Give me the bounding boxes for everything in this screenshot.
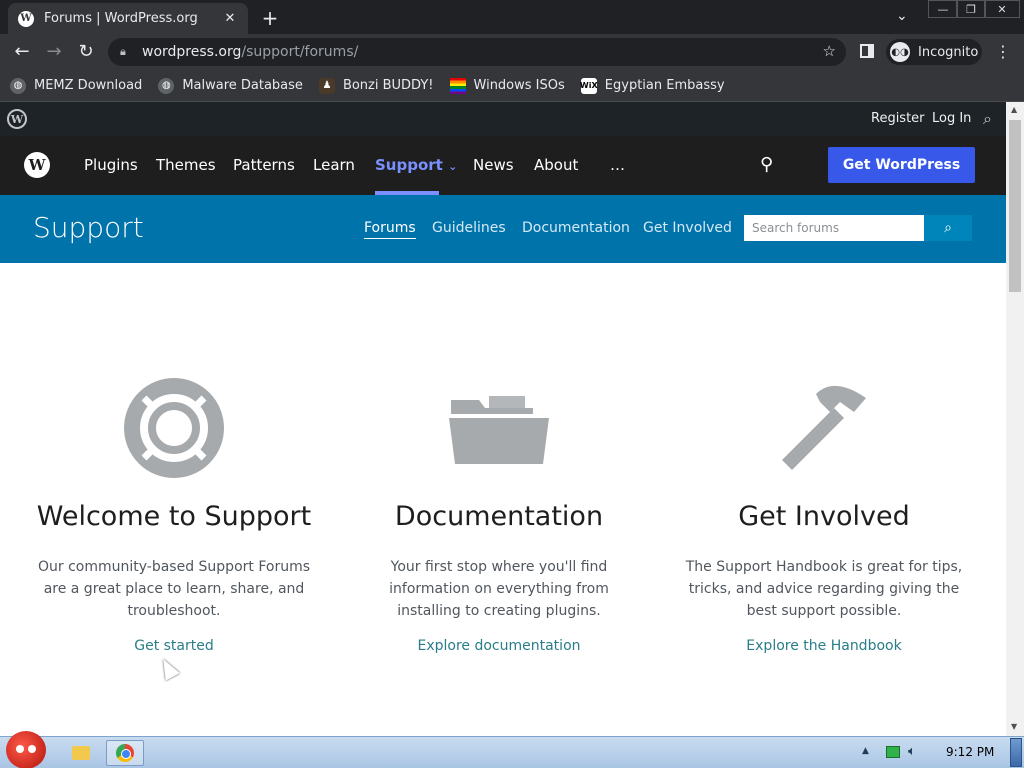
scroll-up-icon[interactable]: ▲ [1011, 105, 1017, 114]
wp-global-header: W Register Log In ⌕ [0, 102, 1006, 136]
column-text: The Support Handbook is great for tips, … [685, 559, 963, 619]
browser-tab[interactable]: W Forums | WordPress.org ✕ [8, 3, 248, 34]
folder-icon [72, 746, 90, 760]
register-link[interactable]: Register [871, 111, 925, 126]
incognito-icon: ◐◑ [890, 42, 910, 62]
nav-item-patterns[interactable]: Patterns [233, 156, 295, 174]
nav-item-learn[interactable]: Learn [313, 156, 355, 174]
wix-icon: WiX [580, 77, 598, 94]
network-icon[interactable] [886, 746, 900, 758]
bonzi-icon: ♟ [318, 77, 335, 94]
search-forums-input[interactable] [744, 215, 924, 241]
nav-item-about[interactable]: About [534, 156, 578, 174]
get-started-link[interactable]: Get started [24, 638, 324, 654]
side-panel-icon[interactable] [860, 44, 874, 58]
rainbow-flag-icon [449, 77, 466, 94]
nav-item-plugins[interactable]: Plugins [84, 156, 138, 174]
back-arrow-icon[interactable]: ← [11, 41, 33, 62]
browser-menu-icon[interactable]: ⋮ [995, 42, 1011, 61]
reload-icon[interactable]: ↻ [75, 41, 97, 62]
search-forums-button[interactable]: ⌕ [924, 215, 972, 241]
chevron-down-icon: ⌄ [448, 160, 458, 173]
tray-expand-icon[interactable]: ▲ [862, 746, 869, 756]
nav-item-support[interactable]: Support ⌄ [375, 156, 457, 174]
support-header: Support Forums Guidelines Documentation … [0, 195, 1006, 263]
login-link[interactable]: Log In [932, 111, 971, 126]
taskbar-explorer[interactable] [62, 740, 100, 766]
bookmark-label: Windows ISOs [473, 78, 565, 93]
tab-title: Forums | WordPress.org [44, 11, 198, 26]
explore-handbook-link[interactable]: Explore the Handbook [674, 638, 974, 654]
scroll-down-icon[interactable]: ▼ [1011, 722, 1017, 731]
show-desktop-button[interactable] [1010, 738, 1022, 767]
lock-icon[interactable]: 🔒︎ [120, 45, 134, 59]
bookmark-label: Malware Database [182, 78, 303, 93]
clock[interactable]: 9:12 PM [946, 745, 994, 759]
browser-toolbar: ← → ↻ 🔒︎ wordpress.org/support/forums/ ☆… [0, 34, 1024, 70]
column-title: Documentation [394, 501, 604, 532]
nav-item-themes[interactable]: Themes [156, 156, 216, 174]
bookmark-malware-database[interactable]: ◍ Malware Database [158, 77, 303, 94]
incognito-label: Incognito [918, 44, 979, 60]
tab-search-icon[interactable]: ⌄ [896, 8, 908, 24]
tab-guidelines[interactable]: Guidelines [432, 220, 506, 236]
globe-icon: ◍ [10, 77, 26, 94]
explore-documentation-link[interactable]: Explore documentation [349, 638, 649, 654]
bookmark-memz-download[interactable]: ◍ MEMZ Download [10, 77, 143, 94]
angry-bird-eye-icon [16, 745, 24, 753]
page-title[interactable]: Support [33, 211, 144, 244]
url-path: /support/forums/ [241, 44, 359, 60]
address-bar[interactable]: 🔒︎ wordpress.org/support/forums/ ☆ [108, 38, 846, 66]
bookmark-bonzi-buddy[interactable]: ♟ Bonzi BUDDY! [318, 77, 434, 94]
scrollbar-thumb[interactable] [1009, 120, 1021, 292]
window-close-icon[interactable]: ✕ [984, 0, 1020, 18]
bookmark-label: Egyptian Embassy [604, 78, 725, 93]
incognito-badge[interactable]: ◐◑ Incognito [886, 39, 982, 65]
nav-item-more[interactable]: … [610, 156, 625, 174]
globe-icon: ◍ [158, 77, 175, 94]
angry-bird-eye-icon [28, 745, 36, 753]
nav-item-news[interactable]: News [473, 156, 514, 174]
search-icon[interactable]: ⌕ [983, 109, 992, 129]
nav-item-support-label: Support [375, 156, 443, 174]
volume-icon[interactable]: 🔈︎ [908, 744, 916, 759]
chrome-icon [116, 744, 134, 762]
hammer-icon [782, 385, 866, 470]
tab-close-icon[interactable]: ✕ [222, 11, 238, 26]
wordpress-favicon-icon: W [18, 10, 34, 27]
column-text: Our community-based Support Forums are a… [37, 559, 311, 619]
tab-get-involved[interactable]: Get Involved [643, 220, 732, 236]
page-scrollbar[interactable]: ▲ ▼ [1006, 102, 1024, 736]
folder-icon [449, 396, 549, 464]
bookmark-egyptian-embassy[interactable]: WiX Egyptian Embassy [580, 77, 725, 94]
column-title: Welcome to Support [36, 501, 312, 532]
column-title: Get Involved [738, 501, 910, 532]
tab-documentation[interactable]: Documentation [522, 220, 630, 236]
bookmark-windows-isos[interactable]: Windows ISOs [449, 77, 565, 94]
column-text: Your first stop where you'll find inform… [389, 559, 609, 619]
bookmark-label: MEMZ Download [34, 78, 143, 93]
taskbar: ▲ 🔈︎ 9:12 PM [0, 731, 1024, 768]
browser-tab-bar: W Forums | WordPress.org ✕ + ⌄ — ❐ ✕ [0, 0, 1024, 34]
search-icon[interactable]: ⚲ [760, 154, 773, 175]
get-wordpress-button[interactable]: Get WordPress [828, 147, 975, 183]
window-restore-icon[interactable]: ❐ [956, 0, 986, 18]
support-content: Welcome to Support Our community-based S… [0, 263, 1006, 736]
start-button[interactable] [6, 731, 46, 768]
taskbar-chrome[interactable] [106, 740, 144, 766]
wordpress-logo-icon[interactable]: W [24, 152, 50, 178]
tab-forums[interactable]: Forums [364, 220, 416, 239]
forward-arrow-icon[interactable]: → [43, 41, 65, 62]
lifebuoy-icon [124, 378, 224, 478]
wordpress-logo-icon[interactable]: W [7, 109, 27, 129]
bookmarks-bar: ◍ MEMZ Download ◍ Malware Database ♟ Bon… [0, 70, 1024, 102]
bookmark-label: Bonzi BUDDY! [342, 78, 434, 93]
bookmark-star-icon[interactable]: ☆ [823, 42, 836, 60]
url-host: wordpress.org [142, 44, 242, 60]
search-icon: ⌕ [944, 220, 952, 236]
window-minimize-icon[interactable]: — [928, 0, 958, 18]
new-tab-icon[interactable]: + [260, 6, 280, 30]
